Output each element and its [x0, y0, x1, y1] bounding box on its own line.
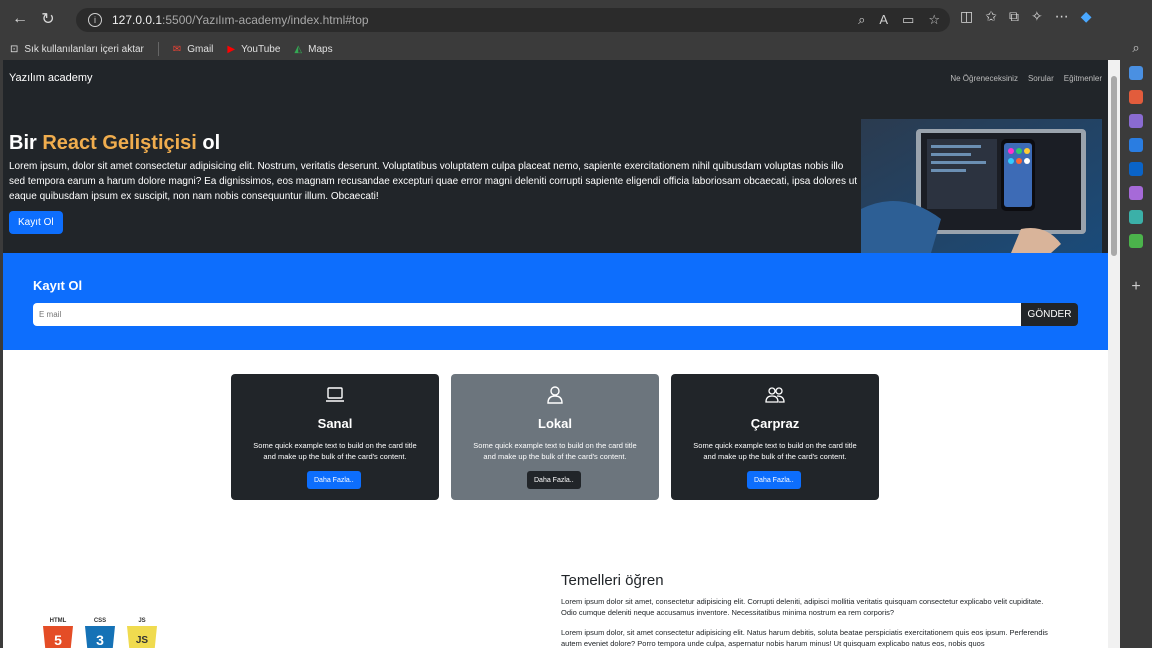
- hero-title-highlight: React Geliştiçisi: [42, 132, 197, 154]
- basics-title: Temelleri öğren: [561, 572, 664, 589]
- hero-signup-button[interactable]: Kayıt Ol: [9, 211, 63, 234]
- hero-title-suffix: ol: [196, 132, 221, 154]
- favorites-icon[interactable]: ✩: [985, 8, 997, 25]
- toolbox-icon[interactable]: [1129, 90, 1143, 104]
- site-brand[interactable]: Yazılım academy: [9, 72, 93, 84]
- url-path: :5500/Yazılım-academy/index.html#top: [162, 13, 369, 27]
- tree-icon[interactable]: [1129, 234, 1143, 248]
- js-logo: JS JS: [127, 618, 157, 648]
- card-lokal: Lokal Some quick example text to build o…: [451, 374, 659, 500]
- designer-icon[interactable]: [1129, 186, 1143, 200]
- youtube-icon: ▶: [227, 43, 236, 55]
- maps-icon: ◭: [294, 43, 303, 55]
- bookmark-label: Sık kullanılanları içeri aktar: [24, 43, 144, 55]
- collections-icon[interactable]: ⧉: [1009, 8, 1019, 25]
- browser-chrome: ← ↻ i 127.0.0.1 :5500/Yazılım-academy/in…: [0, 0, 1152, 60]
- card-more-button[interactable]: Daha Fazla..: [527, 471, 581, 489]
- tech-logos: HTML 5 CSS 3 JS JS: [43, 618, 157, 648]
- card-text: Some quick example text to build on the …: [693, 441, 857, 461]
- refresh-icon[interactable]: ↻: [34, 5, 62, 33]
- logo-label: JS: [138, 618, 146, 624]
- signup-title: Kayıt Ol: [33, 278, 83, 293]
- bookmark-youtube[interactable]: ▶ YouTube: [227, 44, 280, 55]
- card-more-button[interactable]: Daha Fazla..: [307, 471, 361, 489]
- basics-paragraph-1: Lorem ipsum dolor sit amet, consectetur …: [561, 597, 1044, 617]
- html5-shield-icon: 5: [43, 626, 73, 648]
- nav-link-learn[interactable]: Ne Öğreneceksiniz: [950, 74, 1018, 83]
- add-icon[interactable]: +: [1131, 278, 1140, 296]
- gmail-icon: ✉: [172, 43, 182, 55]
- css3-logo: CSS 3: [85, 618, 115, 648]
- html5-logo: HTML 5: [43, 618, 73, 648]
- card-text: Some quick example text to build on the …: [473, 441, 637, 461]
- web-icon[interactable]: [1129, 138, 1143, 152]
- outlook-icon[interactable]: [1129, 162, 1143, 176]
- url-host: 127.0.0.1: [112, 13, 163, 27]
- hero-section: Bir React Geliştiçisi ol Lorem ipsum, do…: [3, 96, 1108, 253]
- edge-sidebar: ⌕ +: [1120, 0, 1152, 648]
- tag-icon[interactable]: [1129, 66, 1143, 80]
- read-aloud-icon[interactable]: A: [879, 12, 888, 28]
- bookmarks-bar: ⊡ Sık kullanılanları içeri aktar ✉ Gmail…: [0, 38, 1120, 60]
- card-text: Some quick example text to build on the …: [253, 441, 417, 461]
- drop-icon[interactable]: [1129, 210, 1143, 224]
- copilot-icon[interactable]: ◆: [1081, 8, 1092, 25]
- card-title: Lokal: [538, 416, 572, 431]
- card-sanal: Sanal Some quick example text to build o…: [231, 374, 439, 500]
- back-icon[interactable]: ←: [6, 5, 34, 33]
- bookmark-label: Gmail: [187, 43, 214, 55]
- laptop-illustration: [861, 119, 1102, 253]
- bookmark-gmail[interactable]: ✉ Gmail: [173, 44, 214, 55]
- people-icon: [765, 387, 785, 403]
- nav-link-questions[interactable]: Sorular: [1028, 74, 1054, 83]
- card-more-button[interactable]: Daha Fazla..: [747, 471, 801, 489]
- extensions-icon[interactable]: ✧: [1031, 8, 1043, 25]
- games-icon[interactable]: [1129, 114, 1143, 128]
- site-navbar: Yazılım academy Ne Öğreneceksiniz Sorula…: [3, 60, 1108, 96]
- logo-label: CSS: [93, 618, 107, 624]
- page-viewport: Yazılım academy Ne Öğreneceksiniz Sorula…: [3, 60, 1108, 648]
- site-info-icon[interactable]: i: [88, 13, 102, 27]
- scrollbar-thumb[interactable]: [1111, 76, 1117, 256]
- css3-shield-icon: 3: [85, 626, 115, 648]
- bookmark-maps[interactable]: ◭ Maps: [294, 44, 332, 55]
- hero-title-prefix: Bir: [9, 132, 43, 154]
- email-input[interactable]: [33, 303, 1021, 326]
- card-carpraz: Çarpraz Some quick example text to build…: [671, 374, 879, 500]
- bookmark-import[interactable]: ⊡ Sık kullanılanları içeri aktar: [10, 44, 144, 55]
- card-list: Sanal Some quick example text to build o…: [231, 374, 879, 500]
- search-icon[interactable]: ⌕: [1132, 40, 1139, 56]
- laptop-icon: [326, 387, 344, 402]
- logo-label: HTML: [49, 618, 67, 624]
- signup-section: Kayıt Ol GÖNDER: [3, 253, 1108, 350]
- page-scrollbar[interactable]: [1108, 60, 1120, 648]
- toolbar-right-icons: ◫ ✩ ⧉ ✧ ⋯ ◆: [960, 8, 1091, 25]
- more-menu-icon[interactable]: ⋯: [1055, 8, 1069, 25]
- import-icon: ⊡: [10, 43, 19, 55]
- bookmark-label: YouTube: [241, 43, 281, 55]
- immersive-reader-icon[interactable]: ▭: [902, 12, 914, 28]
- nav-link-instructors[interactable]: Eğitmenler: [1064, 74, 1102, 83]
- send-button[interactable]: GÖNDER: [1021, 303, 1078, 326]
- js-shield-icon: JS: [127, 626, 157, 648]
- hero-text: Lorem ipsum, dolor sit amet consectetur …: [9, 161, 858, 202]
- hero-title: Bir React Geliştiçisi ol: [9, 132, 220, 155]
- address-bar-icons: ⌕ A ▭ ☆: [858, 12, 940, 28]
- nav-links: Ne Öğreneceksiniz Sorular Eğitmenler: [950, 74, 1102, 83]
- bookmark-separator: [157, 42, 159, 56]
- favorite-star-icon[interactable]: ☆: [928, 12, 940, 28]
- card-title: Çarpraz: [750, 416, 800, 431]
- person-icon: [547, 386, 563, 404]
- zoom-icon[interactable]: ⌕: [858, 12, 865, 28]
- basics-paragraph-2: Lorem ipsum dolor, sit amet consectetur …: [561, 628, 1048, 648]
- card-title: Sanal: [317, 416, 353, 431]
- bookmark-label: Maps: [308, 43, 333, 55]
- split-screen-icon[interactable]: ◫: [960, 8, 973, 25]
- browser-toolbar: ← ↻ i 127.0.0.1 :5500/Yazılım-academy/in…: [0, 0, 1120, 38]
- address-bar[interactable]: i 127.0.0.1 :5500/Yazılım-academy/index.…: [76, 8, 950, 32]
- hero-laptop-image: [861, 119, 1102, 253]
